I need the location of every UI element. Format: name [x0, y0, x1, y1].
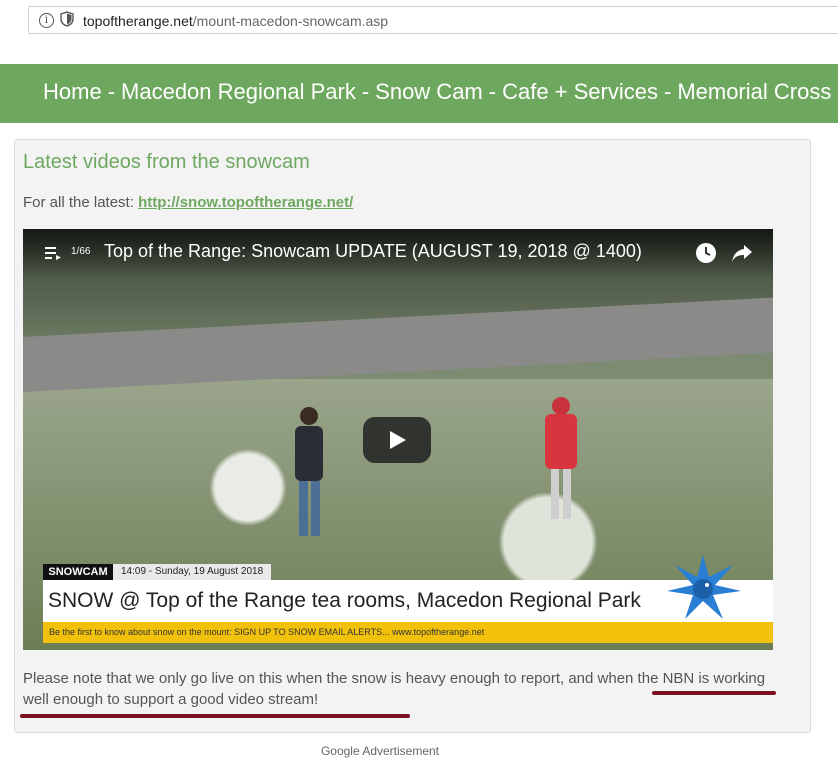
nav-separator: -	[107, 79, 116, 104]
play-icon	[390, 431, 406, 449]
info-icon[interactable]: i	[39, 13, 54, 28]
nav-item-macedon-regional-park[interactable]: Macedon Regional Park	[121, 79, 356, 104]
nav-item-memorial-cross[interactable]: Memorial Cross	[677, 79, 831, 104]
bird-mascot-icon	[667, 555, 741, 619]
playlist-counter: 1/66	[71, 246, 91, 257]
address-bar[interactable]: i topoftherange.net/mount-macedon-snowca…	[28, 6, 838, 34]
shield-icon[interactable]	[60, 11, 74, 27]
latest-line: For all the latest: http://snow.topofthe…	[23, 194, 353, 211]
nav-separator: -	[488, 79, 497, 104]
nav-separator: -	[663, 79, 672, 104]
snow-site-link[interactable]: http://snow.topoftherange.net/	[138, 194, 353, 211]
section-heading: Latest videos from the snowcam	[23, 151, 310, 173]
note-text: Please note that we only go live on this…	[23, 670, 766, 708]
url-domain: topoftherange.net	[83, 13, 193, 29]
video-title[interactable]: Top of the Range: Snowcam UPDATE (AUGUST…	[104, 241, 642, 262]
youtube-embed[interactable]: 1/66 Top of the Range: Snowcam UPDATE (A…	[23, 229, 773, 650]
latest-prefix: For all the latest:	[23, 194, 134, 211]
nav-item-snow-cam[interactable]: Snow Cam	[375, 79, 483, 104]
share-icon[interactable]	[731, 243, 753, 263]
annotation-underline	[20, 714, 410, 718]
site-nav: Home - Macedon Regional Park - Snow Cam - Cafe…	[0, 64, 838, 123]
nav-separator: -	[361, 79, 370, 104]
url-path: /mount-macedon-snowcam.asp	[192, 13, 389, 29]
annotation-underline	[652, 691, 776, 695]
url-text[interactable]: topoftherange.net/mount-macedon-snowcam.…	[83, 13, 388, 29]
nav-item-home[interactable]: Home	[43, 79, 102, 104]
playlist-icon[interactable]	[45, 246, 61, 260]
person-figure	[545, 397, 577, 519]
person-figure	[295, 407, 323, 536]
play-button[interactable]	[363, 417, 431, 463]
watch-later-icon[interactable]	[695, 242, 717, 264]
nav-item-cafe-services[interactable]: Cafe + Services	[502, 79, 658, 104]
overlay-tag: SNOWCAM	[43, 564, 113, 580]
ad-label: Google Advertisement	[320, 744, 440, 758]
overlay-date: 14:09 - Sunday, 19 August 2018	[113, 564, 272, 580]
